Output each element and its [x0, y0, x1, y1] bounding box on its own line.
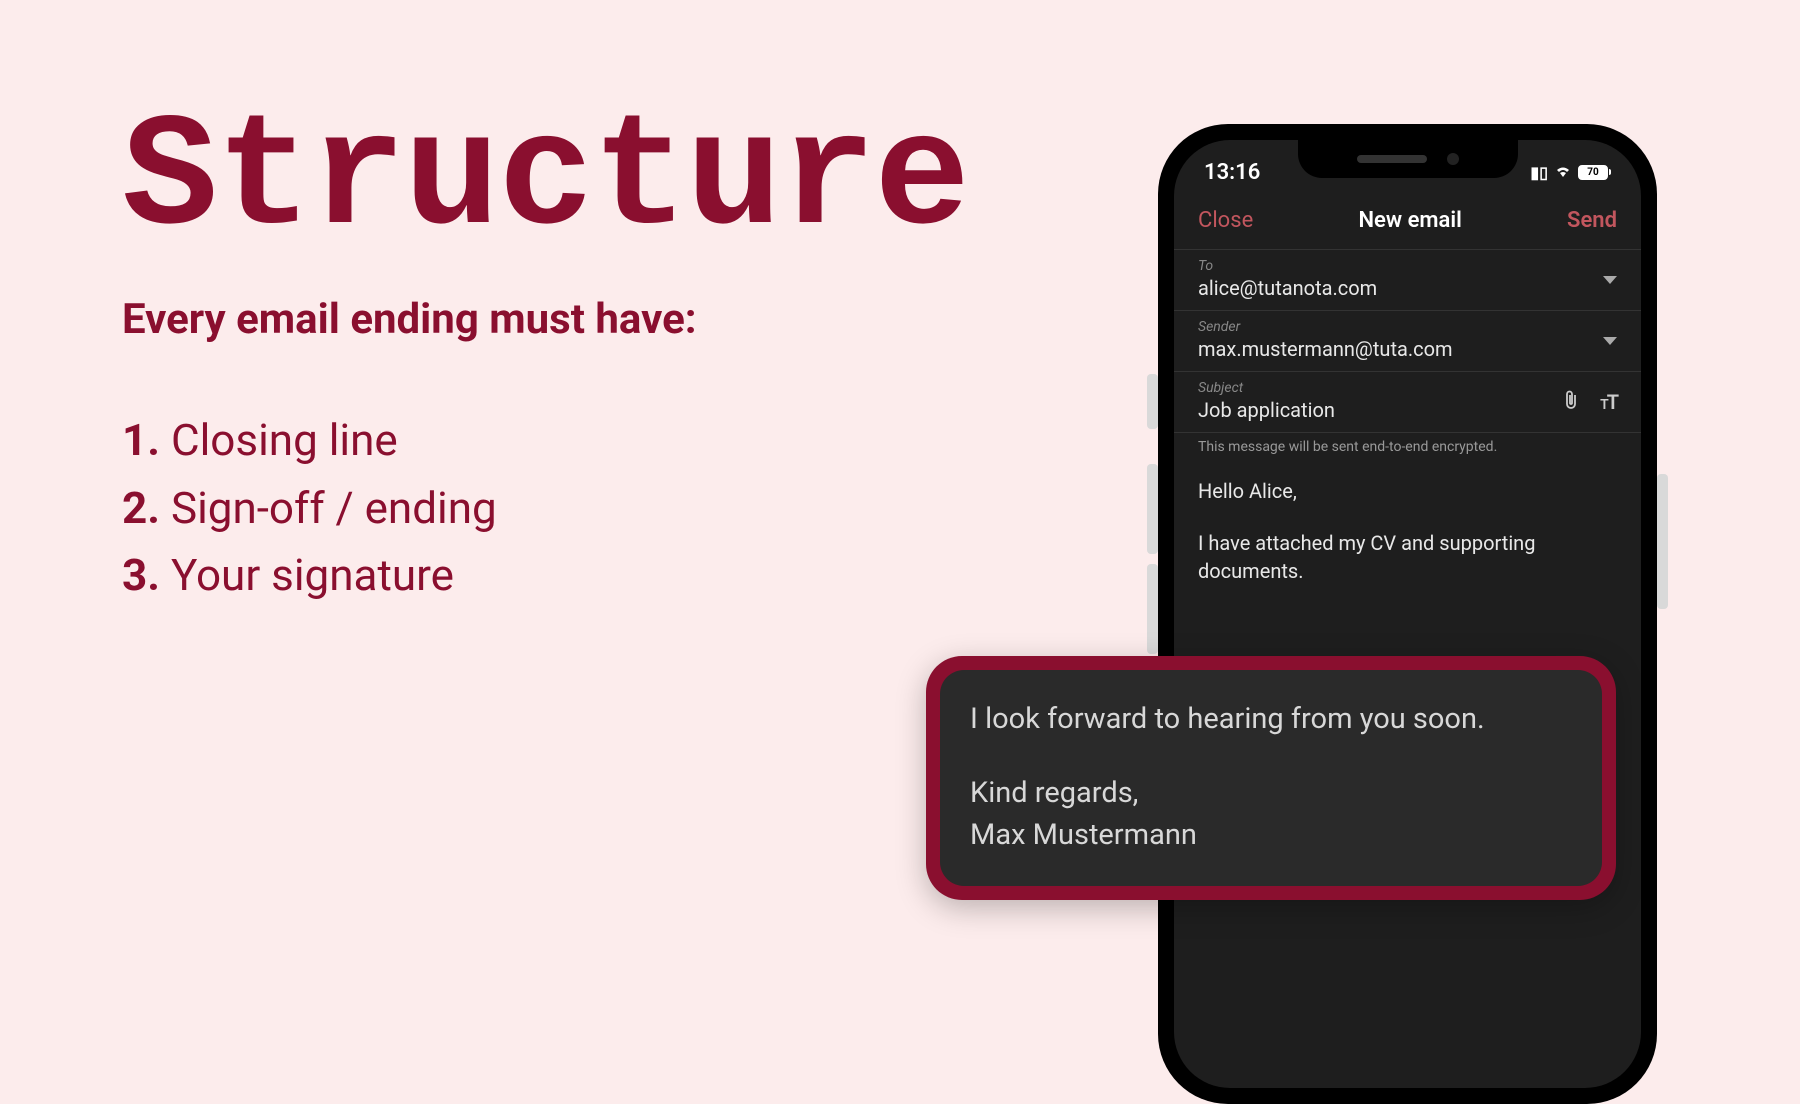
- field-label: Subject: [1198, 380, 1617, 396]
- phone-notch: [1298, 140, 1518, 178]
- status-icons: ▮▯ 70: [1530, 163, 1611, 182]
- close-button[interactable]: Close: [1198, 208, 1253, 233]
- callout-content: I look forward to hearing from you soon.…: [940, 670, 1602, 886]
- text-format-icon[interactable]: TT: [1600, 390, 1617, 414]
- subject-value: Job application: [1198, 398, 1617, 422]
- list-text: Your signature: [171, 549, 454, 601]
- highlight-callout: I look forward to hearing from you soon.…: [926, 656, 1616, 900]
- to-field[interactable]: To alice@tutanota.com: [1174, 250, 1641, 311]
- compose-topbar: Close New email Send: [1174, 190, 1641, 250]
- subject-field[interactable]: Subject Job application TT: [1174, 372, 1641, 433]
- list-number: 3.: [122, 549, 160, 601]
- phone-side-button: [1147, 374, 1158, 429]
- to-value: alice@tutanota.com: [1198, 276, 1617, 300]
- speaker-icon: [1357, 155, 1427, 163]
- status-time: 13:16: [1204, 160, 1260, 185]
- chevron-down-icon[interactable]: [1603, 276, 1617, 284]
- list-text: Closing line: [171, 414, 398, 466]
- structure-list: 1. Closing line 2. Sign-off / ending 3. …: [122, 410, 497, 613]
- signal-icon: ▮▯: [1530, 163, 1548, 182]
- topbar-title: New email: [1358, 208, 1461, 233]
- battery-level: 70: [1578, 165, 1608, 180]
- list-item: 3. Your signature: [122, 545, 497, 607]
- field-label: Sender: [1198, 319, 1617, 335]
- phone-side-button: [1657, 474, 1668, 609]
- list-number: 2.: [122, 482, 160, 534]
- list-item: 1. Closing line: [122, 410, 497, 472]
- sender-field[interactable]: Sender max.mustermann@tuta.com: [1174, 311, 1641, 372]
- sign-off: Kind regards,: [970, 772, 1572, 814]
- closing-line: I look forward to hearing from you soon.: [970, 698, 1572, 740]
- battery-icon: 70: [1578, 165, 1611, 180]
- body-greeting: Hello Alice,: [1198, 477, 1617, 505]
- page-title: Structure: [122, 90, 968, 271]
- list-item: 2. Sign-off / ending: [122, 478, 497, 540]
- wifi-icon: [1554, 163, 1572, 182]
- phone-side-button: [1147, 464, 1158, 554]
- list-number: 1.: [122, 414, 160, 466]
- chevron-down-icon[interactable]: [1603, 337, 1617, 345]
- subtitle: Every email ending must have:: [122, 295, 697, 344]
- list-text: Sign-off / ending: [171, 482, 497, 534]
- signature-name: Max Mustermann: [970, 814, 1572, 856]
- send-button[interactable]: Send: [1567, 208, 1617, 233]
- encryption-note: This message will be sent end-to-end enc…: [1174, 433, 1641, 467]
- sender-value: max.mustermann@tuta.com: [1198, 337, 1617, 361]
- body-paragraph: I have attached my CV and supporting doc…: [1198, 529, 1617, 585]
- field-label: To: [1198, 258, 1617, 274]
- phone-frame: 13:16 ▮▯ 70 Close New email Send To alic…: [1158, 124, 1657, 1104]
- phone-side-button: [1147, 564, 1158, 654]
- phone-screen: 13:16 ▮▯ 70 Close New email Send To alic…: [1174, 140, 1641, 1088]
- attachment-icon[interactable]: [1562, 389, 1580, 415]
- camera-icon: [1447, 153, 1459, 165]
